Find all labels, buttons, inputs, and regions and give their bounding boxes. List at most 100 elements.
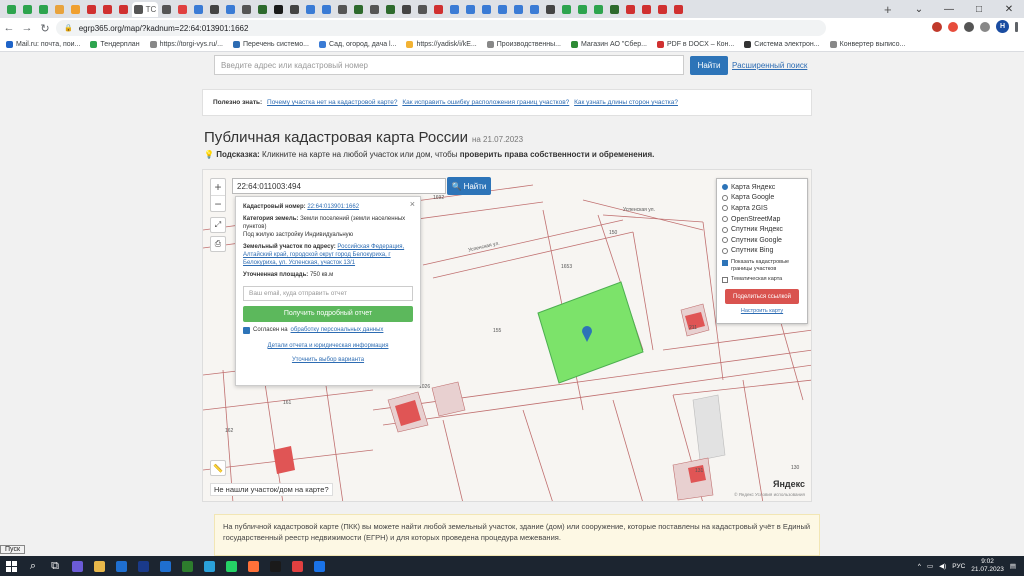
chevron-up-icon[interactable]: ^ bbox=[918, 563, 921, 570]
address-search-input[interactable]: Введите адрес или кадастровый номер bbox=[214, 55, 684, 75]
back-icon[interactable]: ← bbox=[0, 19, 18, 37]
taskbar-app[interactable] bbox=[110, 556, 132, 576]
email-field[interactable]: Ваш email, куда отправить отчет bbox=[243, 286, 413, 301]
layer-option[interactable]: Спутник Bing bbox=[722, 246, 802, 257]
sidebar-icon[interactable] bbox=[980, 21, 990, 32]
task-view-icon[interactable]: ⧉ bbox=[44, 556, 66, 576]
bookmark-item[interactable]: Тендерплан bbox=[90, 41, 140, 48]
browser-tab[interactable] bbox=[447, 2, 462, 17]
taskbar-app[interactable] bbox=[66, 556, 88, 576]
taskbar-app[interactable] bbox=[286, 556, 308, 576]
browser-tab[interactable]: TC bbox=[132, 1, 158, 17]
network-icon[interactable]: ▭ bbox=[927, 562, 933, 570]
browser-tab[interactable] bbox=[52, 2, 67, 17]
browser-tab[interactable] bbox=[575, 2, 590, 17]
fullscreen-icon[interactable]: ⤢ bbox=[210, 217, 226, 233]
browser-tab[interactable] bbox=[159, 2, 174, 17]
close-window-icon[interactable]: ✕ bbox=[994, 0, 1024, 18]
menu-icon[interactable] bbox=[1015, 21, 1018, 32]
browser-tab[interactable] bbox=[607, 2, 622, 17]
advanced-search-link[interactable]: Расширенный поиск bbox=[732, 61, 807, 70]
forward-icon[interactable]: → bbox=[18, 19, 36, 37]
browser-tab[interactable] bbox=[84, 2, 99, 17]
puzzle-icon[interactable] bbox=[964, 21, 974, 32]
ruler-icon[interactable]: 📏 bbox=[210, 460, 226, 476]
browser-tab[interactable] bbox=[671, 2, 686, 17]
browser-tab[interactable] bbox=[68, 2, 83, 17]
cadastral-map[interactable]: Успенская ул. Успенская ул. 1653 155 150… bbox=[202, 169, 812, 502]
print-icon[interactable]: ⎙ bbox=[210, 236, 226, 252]
reload-icon[interactable]: ↻ bbox=[36, 19, 54, 37]
taskbar-app[interactable] bbox=[132, 556, 154, 576]
browser-tab[interactable] bbox=[639, 2, 654, 17]
browser-tab[interactable] bbox=[319, 2, 334, 17]
start-button[interactable] bbox=[0, 556, 22, 576]
sample-link[interactable]: Уточнить выбор варианта bbox=[292, 357, 364, 363]
browser-tab[interactable] bbox=[559, 2, 574, 17]
new-tab-button[interactable]: + bbox=[884, 2, 892, 17]
layer-radio[interactable] bbox=[722, 216, 728, 223]
browser-tab[interactable] bbox=[175, 2, 190, 17]
cadastral-number-input[interactable]: 22:64:011003:494 bbox=[232, 178, 446, 194]
cadastral-search-button[interactable]: 🔍 Найти bbox=[447, 177, 491, 195]
minimize-icon[interactable]: — bbox=[934, 0, 964, 18]
search-icon[interactable]: ⌕ bbox=[22, 556, 44, 576]
layer-option[interactable]: Спутник Яндекс bbox=[722, 224, 802, 235]
taskbar-app[interactable] bbox=[242, 556, 264, 576]
close-icon[interactable]: × bbox=[410, 200, 415, 209]
layer-option[interactable]: OpenStreetMap bbox=[722, 214, 802, 225]
taskbar-app[interactable] bbox=[88, 556, 110, 576]
details-link[interactable]: Детали отчета и юридическая информация bbox=[268, 343, 389, 349]
bookmark-item[interactable]: Сад, огород, дача l... bbox=[318, 41, 396, 48]
bookmark-item[interactable]: Магазин АО "Сбер... bbox=[571, 41, 647, 48]
maximize-icon[interactable]: □ bbox=[964, 0, 994, 18]
browser-tab[interactable] bbox=[335, 2, 350, 17]
browser-tab[interactable] bbox=[207, 2, 222, 17]
browser-tab[interactable] bbox=[271, 2, 286, 17]
layer-radio[interactable] bbox=[722, 226, 728, 233]
taskbar-app[interactable] bbox=[308, 556, 330, 576]
taskbar-app[interactable] bbox=[198, 556, 220, 576]
profile-avatar[interactable]: H bbox=[996, 20, 1009, 33]
bookmark-item[interactable]: Mail.ru: почта, пои... bbox=[6, 41, 80, 48]
zoom-out-button[interactable]: − bbox=[211, 195, 225, 211]
taskbar-app[interactable] bbox=[220, 556, 242, 576]
browser-tab[interactable] bbox=[100, 2, 115, 17]
browser-tab[interactable] bbox=[479, 2, 494, 17]
map-copyright[interactable]: © Яндекс Условия использования bbox=[734, 492, 805, 497]
get-report-button[interactable]: Получить подробный отчет bbox=[243, 306, 413, 322]
browser-tab[interactable] bbox=[415, 2, 430, 17]
volume-icon[interactable]: ◀) bbox=[939, 562, 946, 570]
browser-tab[interactable] bbox=[463, 2, 478, 17]
browser-tab[interactable] bbox=[383, 2, 398, 17]
browser-tab[interactable] bbox=[303, 2, 318, 17]
extension-icon[interactable] bbox=[948, 21, 958, 32]
address-bar[interactable]: 🔒 egrp365.org/map/?kadnum=22:64:013901:1… bbox=[56, 20, 826, 36]
layer-option[interactable]: Карта Google bbox=[722, 193, 802, 204]
browser-tab[interactable] bbox=[351, 2, 366, 17]
tab-search-icon[interactable]: ⌄ bbox=[904, 0, 934, 18]
notifications-icon[interactable]: ▤ bbox=[1010, 562, 1016, 570]
consent-checkbox[interactable] bbox=[243, 326, 250, 334]
bookmark-item[interactable]: PDF в DOCX – Кон... bbox=[656, 41, 734, 48]
layer-option[interactable]: Карта 2GIS bbox=[722, 203, 802, 214]
layer-radio[interactable] bbox=[722, 247, 728, 254]
useful-link[interactable]: Как узнать длины сторон участка? bbox=[574, 99, 678, 106]
not-found-link[interactable]: Не нашли участок/дом на карте? bbox=[210, 483, 333, 496]
browser-tab[interactable] bbox=[20, 2, 35, 17]
useful-link[interactable]: Как исправить ошибку расположения границ… bbox=[402, 99, 569, 106]
browser-tab[interactable] bbox=[36, 2, 51, 17]
browser-tab[interactable] bbox=[655, 2, 670, 17]
consent-link[interactable]: обработку персональных данных bbox=[291, 326, 384, 334]
language-indicator[interactable]: РУС bbox=[952, 563, 965, 570]
browser-tab[interactable] bbox=[367, 2, 382, 17]
taskbar-app[interactable] bbox=[154, 556, 176, 576]
layer-radio[interactable] bbox=[722, 205, 728, 212]
browser-tab[interactable] bbox=[239, 2, 254, 17]
clock[interactable]: 9:02 21.07.2023 bbox=[971, 558, 1004, 574]
bookmark-item[interactable]: Перечень системо... bbox=[233, 41, 309, 48]
browser-tab[interactable] bbox=[543, 2, 558, 17]
taskbar-app[interactable] bbox=[176, 556, 198, 576]
browser-tab[interactable] bbox=[431, 2, 446, 17]
browser-tab[interactable] bbox=[287, 2, 302, 17]
